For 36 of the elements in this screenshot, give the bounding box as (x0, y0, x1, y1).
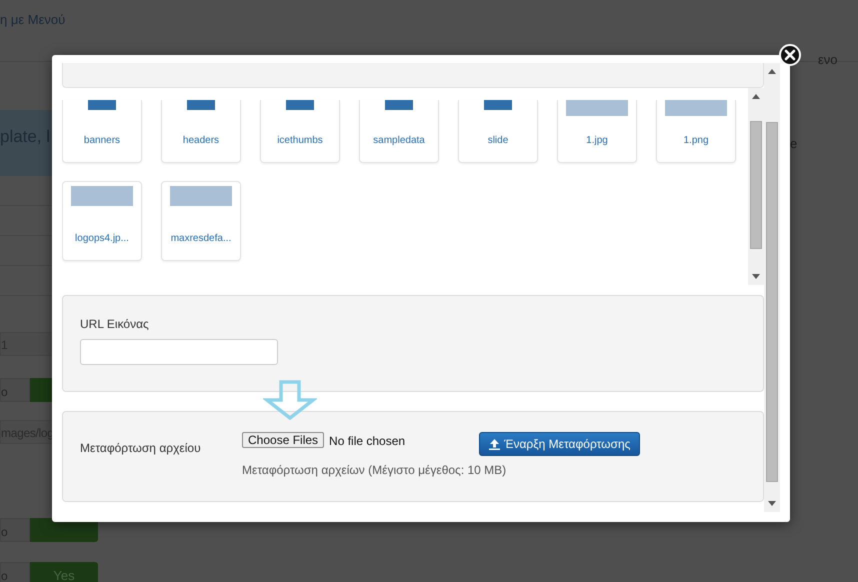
photo-placeholder (665, 100, 727, 116)
file-name: banners (84, 134, 120, 148)
url-input[interactable] (80, 339, 278, 365)
file-name: 1.png (683, 134, 709, 148)
file-name: 1.jpg (586, 134, 608, 148)
photo-placeholder (170, 186, 232, 206)
field-label: URL Εικόνας (80, 316, 150, 333)
file-tile[interactable]: maxresdefa... (161, 181, 241, 261)
file-tile[interactable]: logops4.jp... (62, 181, 142, 261)
file-name: logops4.jp... (75, 232, 129, 246)
file-name: headers (182, 134, 220, 148)
file-tile[interactable]: 1.jpg (557, 100, 637, 163)
down-arrow-icon (263, 380, 317, 420)
folder-icon (385, 100, 413, 110)
file-tile[interactable]: banners (62, 100, 142, 163)
photo-placeholder (71, 186, 133, 206)
folder-icon (286, 100, 314, 110)
folder-icon (484, 100, 512, 110)
file-name: icethumbs (277, 134, 323, 148)
file-tile[interactable]: slide (458, 100, 538, 163)
photo-placeholder (566, 100, 628, 116)
start-upload-button[interactable]: Έναρξη Μεταφόρτωσης (479, 432, 640, 456)
choose-files-button[interactable]: Choose Files (242, 432, 324, 448)
file-name: slide (488, 134, 508, 148)
file-tile[interactable]: icethumbs (260, 100, 340, 163)
file-name: maxresdefa... (170, 232, 232, 246)
file-tile[interactable]: 1.png (656, 100, 736, 163)
file-tile[interactable]: sampledata (359, 100, 439, 163)
close-icon[interactable] (779, 44, 801, 66)
help-text: Μεταφόρτωση αρχείων (Μέγιστο μέγεθος: 10 MB) (242, 462, 508, 479)
file-status: No file chosen (329, 433, 406, 450)
folder-icon (187, 100, 215, 110)
file-tile[interactable]: headers (161, 100, 241, 163)
file-name: sampledata (373, 134, 425, 148)
upload-icon (489, 438, 500, 450)
folder-icon (88, 100, 116, 110)
